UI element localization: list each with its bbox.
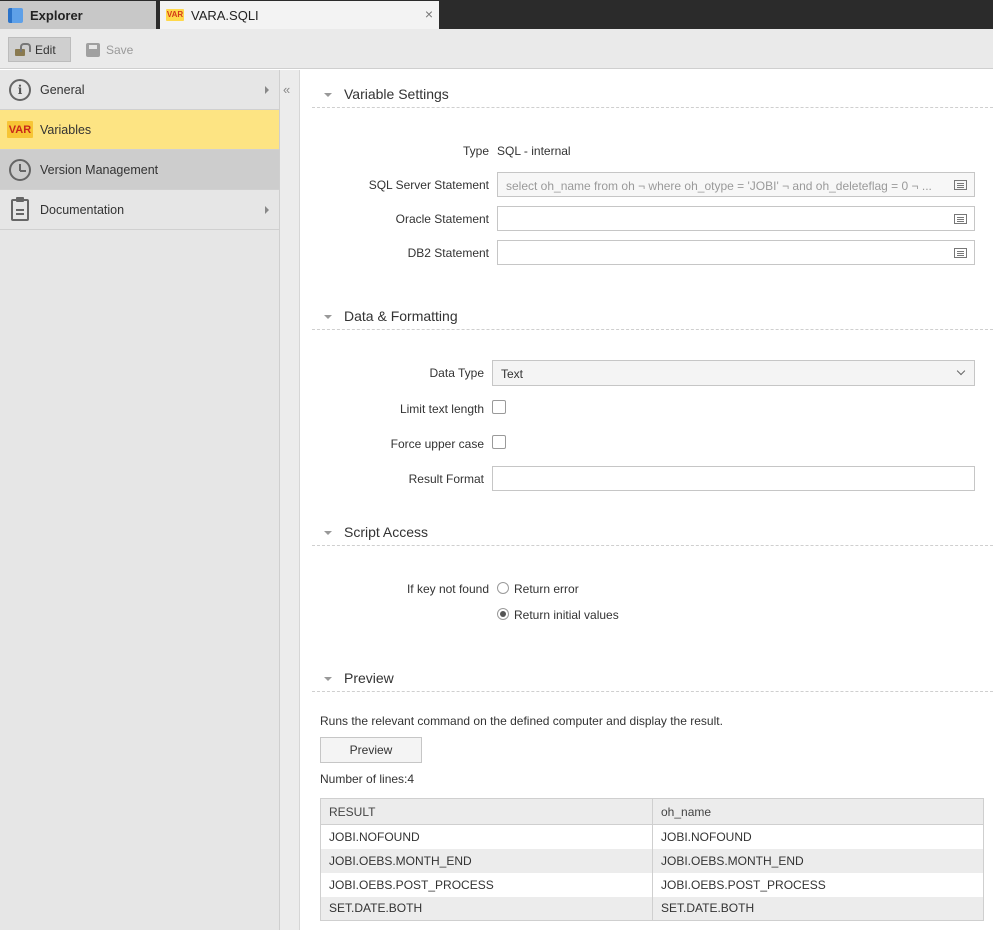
editor-icon[interactable] (954, 248, 967, 258)
collapse-triangle-icon (324, 93, 332, 97)
db2-field[interactable] (497, 240, 975, 265)
data-type-value: Text (501, 367, 524, 381)
section-title: Preview (344, 670, 394, 686)
sidebar-item-general[interactable]: i General (0, 70, 279, 110)
tab-vara-sqli[interactable]: VAR VARA.SQLI × (160, 1, 439, 29)
table-cell: JOBI.OEBS.POST_PROCESS (652, 872, 984, 897)
result-format-label: Result Format (408, 472, 484, 486)
sidebar-item-documentation[interactable]: Documentation (0, 190, 279, 230)
data-type-select[interactable]: Text (492, 360, 975, 386)
data-type-label: Data Type (429, 366, 484, 380)
preview-description: Runs the relevant command on the defined… (320, 714, 723, 728)
sidebar-item-variables[interactable]: VAR Variables (0, 110, 279, 150)
db2-label: DB2 Statement (407, 246, 489, 260)
preview-result-table: RESULT oh_name JOBI.NOFOUND JOBI.NOFOUND… (320, 798, 984, 921)
table-cell: JOBI.NOFOUND (320, 824, 653, 849)
section-preview[interactable]: Preview (312, 666, 993, 692)
table-row[interactable]: JOBI.OEBS.MONTH_END JOBI.OEBS.MONTH_END (320, 848, 984, 873)
table-row[interactable]: JOBI.NOFOUND JOBI.NOFOUND (320, 824, 984, 849)
save-icon (86, 42, 100, 57)
main-panel: Variable Settings Type SQL - internal SQ… (301, 70, 993, 930)
return-error-radio[interactable] (497, 582, 509, 594)
collapse-triangle-icon (324, 531, 332, 535)
info-icon: i (9, 78, 31, 101)
number-of-lines: Number of lines:4 (320, 772, 415, 786)
sidebar: i General VAR Variables Version Manageme… (0, 70, 280, 930)
save-button[interactable]: Save (80, 37, 141, 62)
result-format-input[interactable] (492, 466, 975, 491)
sidebar-item-label: Variables (40, 122, 92, 137)
column-header-oh-name[interactable]: oh_name (652, 798, 984, 825)
preview-button[interactable]: Preview (320, 737, 422, 763)
sidebar-item-version-management[interactable]: Version Management (0, 150, 279, 190)
section-title: Data & Formatting (344, 308, 458, 324)
sql-server-label: SQL Server Statement (368, 178, 489, 192)
collapse-triangle-icon (324, 677, 332, 681)
tab-vara-sqli-label: VARA.SQLI (191, 7, 259, 23)
editor-icon[interactable] (954, 180, 967, 190)
sidebar-item-label: Version Management (40, 162, 159, 177)
force-upper-case-checkbox[interactable] (492, 435, 506, 449)
unlock-icon (15, 43, 31, 56)
book-icon (8, 7, 23, 23)
oracle-field[interactable] (497, 206, 975, 231)
return-initial-values-label: Return initial values (514, 608, 619, 622)
clock-icon (9, 158, 31, 181)
edit-button[interactable]: Edit (8, 37, 71, 62)
editor-icon[interactable] (954, 214, 967, 224)
force-upper-case-label: Force upper case (390, 437, 484, 451)
save-button-label: Save (106, 42, 134, 57)
sql-server-field[interactable]: select oh_name from oh ¬ where oh_otype … (497, 172, 975, 197)
table-cell: SET.DATE.BOTH (652, 896, 984, 921)
table-cell: JOBI.OEBS.POST_PROCESS (320, 872, 653, 897)
section-title: Script Access (344, 524, 429, 540)
chevron-down-icon (956, 366, 966, 376)
clipboard-icon (11, 196, 29, 221)
type-label: Type (462, 144, 489, 158)
if-key-not-found-label: If key not found (406, 582, 489, 596)
limit-text-length-label: Limit text length (399, 402, 484, 416)
sidebar-item-label: General (40, 82, 85, 97)
table-cell: SET.DATE.BOTH (320, 896, 653, 921)
chevron-right-icon (265, 86, 269, 94)
section-title: Variable Settings (344, 86, 449, 102)
collapse-triangle-icon (324, 315, 332, 319)
type-value: SQL - internal (497, 144, 571, 158)
section-variable-settings[interactable]: Variable Settings (312, 82, 993, 108)
oracle-label: Oracle Statement (395, 212, 489, 226)
close-icon[interactable]: × (425, 7, 433, 21)
section-script-access[interactable]: Script Access (312, 520, 993, 546)
chevron-right-icon (265, 206, 269, 214)
tab-bar: Explorer VAR VARA.SQLI × (0, 0, 993, 29)
table-row[interactable]: JOBI.OEBS.POST_PROCESS JOBI.OEBS.POST_PR… (320, 872, 984, 897)
edit-button-label: Edit (35, 42, 56, 57)
toolbar: Edit Save (0, 29, 993, 69)
tab-explorer[interactable]: Explorer (0, 1, 156, 29)
sidebar-splitter[interactable]: « (280, 70, 300, 930)
table-row[interactable]: SET.DATE.BOTH SET.DATE.BOTH (320, 896, 984, 921)
var-icon: VAR (7, 121, 33, 138)
collapse-icon[interactable]: « (283, 82, 290, 97)
sidebar-item-label: Documentation (40, 202, 125, 217)
sql-server-value: select oh_name from oh ¬ where oh_otype … (506, 179, 932, 193)
table-cell: JOBI.NOFOUND (652, 824, 984, 849)
tab-explorer-label: Explorer (30, 7, 83, 23)
var-icon: VAR (166, 9, 184, 21)
return-error-label: Return error (514, 582, 579, 596)
table-cell: JOBI.OEBS.MONTH_END (320, 848, 653, 873)
return-initial-values-radio[interactable] (497, 608, 509, 620)
limit-text-length-checkbox[interactable] (492, 400, 506, 414)
section-data-formatting[interactable]: Data & Formatting (312, 304, 993, 330)
table-cell: JOBI.OEBS.MONTH_END (652, 848, 984, 873)
column-header-result[interactable]: RESULT (320, 798, 653, 825)
